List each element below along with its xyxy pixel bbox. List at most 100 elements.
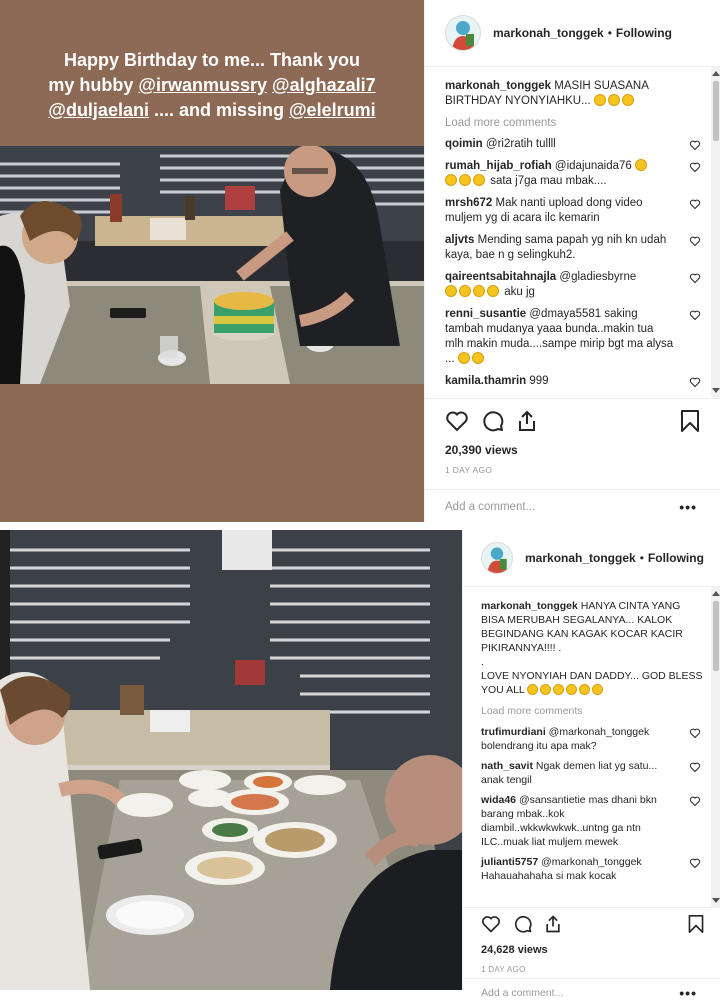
mention-duljaelani[interactable]: @duljaelani <box>48 100 149 120</box>
like-comment-heart-icon[interactable] <box>689 198 701 210</box>
more-options-icon[interactable]: ••• <box>679 499 697 515</box>
like-comment-heart-icon[interactable] <box>689 139 701 151</box>
post-header: markonah_tonggek • Following <box>425 0 720 67</box>
separator-dot: • <box>639 551 644 565</box>
comment-text: Mending sama papah yg nih kn udah kaya, … <box>445 234 667 261</box>
action-icon-row <box>445 409 701 435</box>
add-comment-input[interactable]: Add a comment... ••• <box>463 978 720 1007</box>
save-bookmark-icon[interactable] <box>679 409 701 433</box>
comment-text: @gladiesbyrne <box>559 271 637 283</box>
post-caption: markonah_tonggek HANYA CINTA YANG BISA M… <box>481 599 703 697</box>
like-comment-heart-icon[interactable] <box>689 161 701 173</box>
caption-text: . <box>481 656 484 668</box>
comment-item: rumah_hijab_rofiah @idajunaida76 sata j7… <box>445 159 703 189</box>
following-button[interactable]: Following <box>616 26 672 40</box>
view-count[interactable]: 24,628 views <box>481 944 548 956</box>
comment-username[interactable]: qaireentsabitahnajla <box>445 271 556 283</box>
comment-item: wida46 @sansantietie mas dhani bkn baran… <box>481 793 703 849</box>
comment-username[interactable]: wida46 <box>481 794 516 806</box>
post-timestamp[interactable]: 1 DAY AGO <box>445 465 492 475</box>
story-text-line: Happy Birthday to me... Thank you <box>63 50 361 70</box>
avatar-icon <box>452 21 474 50</box>
comment-username[interactable]: trufimurdiani <box>481 726 546 738</box>
comment-username[interactable]: kamila.thamrin <box>445 375 526 387</box>
comments-scrollbar[interactable] <box>711 67 720 397</box>
username-link[interactable]: markonah_tonggek <box>493 26 604 40</box>
mention-alghazali7[interactable]: @alghazali7 <box>272 75 376 95</box>
add-comment-input[interactable]: Add a comment... ••• <box>425 489 720 524</box>
story-caption-text: Happy Birthday to me... Thank you my hub… <box>24 48 400 123</box>
comment-text: aku jg <box>504 286 535 298</box>
comment-username[interactable]: renni_susantie <box>445 308 526 320</box>
scroll-down-icon[interactable] <box>712 388 720 393</box>
post-2-media[interactable] <box>0 530 462 990</box>
like-comment-heart-icon[interactable] <box>689 376 701 388</box>
comment-username[interactable]: nath_savit <box>481 760 533 772</box>
post-1-media[interactable]: Happy Birthday to me... Thank you my hub… <box>0 0 424 522</box>
comments-list[interactable]: markonah_tonggek MASIH SUASANA BIRTHDAY … <box>425 67 711 397</box>
post-1-sidebar: markonah_tonggek • Following markonah_to… <box>424 0 720 522</box>
share-icon[interactable] <box>515 409 539 433</box>
more-options-icon[interactable]: ••• <box>679 985 697 1001</box>
emoji-icon <box>445 285 501 298</box>
comment-username[interactable]: rumah_hijab_rofiah <box>445 160 552 172</box>
view-count[interactable]: 20,390 views <box>445 443 518 457</box>
comment-item: trufimurdiani @markonah_tonggek bolendra… <box>481 725 703 753</box>
caption-username[interactable]: markonah_tonggek <box>481 600 578 612</box>
caption-username[interactable]: markonah_tonggek <box>445 80 551 92</box>
emoji-icon <box>457 352 486 365</box>
post-actions: 24,628 views 1 DAY AGO Add a comment... … <box>463 907 720 1001</box>
mention-irwanmussry[interactable]: @irwanmussry <box>138 75 267 95</box>
scroll-down-icon[interactable] <box>712 898 720 903</box>
comments-scrollbar[interactable] <box>711 587 720 907</box>
username-link[interactable]: markonah_tonggek <box>525 551 636 565</box>
like-comment-heart-icon[interactable] <box>689 857 701 869</box>
comment-item: qoimin @ri2ratih tullll <box>445 137 703 152</box>
load-more-comments[interactable]: Load more comments <box>481 705 703 717</box>
post-1: Happy Birthday to me... Thank you my hub… <box>0 0 720 522</box>
comment-item: qaireentsabitahnajla @gladiesbyrne aku j… <box>445 270 703 300</box>
add-comment-placeholder: Add a comment... <box>445 501 536 513</box>
comment-item: kamila.thamrin 999 <box>445 374 703 389</box>
comment-username[interactable]: aljvts <box>445 234 474 246</box>
comment-item: mrsh672 Mak nanti upload dong video mulj… <box>445 196 703 226</box>
scroll-up-icon[interactable] <box>712 71 720 76</box>
load-more-comments[interactable]: Load more comments <box>445 117 703 129</box>
emoji-icon <box>635 159 649 172</box>
like-comment-heart-icon[interactable] <box>689 761 701 773</box>
comment-bubble-icon[interactable] <box>481 409 505 433</box>
comment-item: renni_susantie @dmaya5581 saking tambah … <box>445 307 703 367</box>
save-bookmark-icon[interactable] <box>687 914 705 934</box>
like-comment-heart-icon[interactable] <box>689 727 701 739</box>
scrollbar-thumb[interactable] <box>713 601 719 671</box>
like-comment-heart-icon[interactable] <box>689 309 701 321</box>
story-text-part: my hubby <box>48 75 139 95</box>
share-icon[interactable] <box>543 914 563 934</box>
scroll-up-icon[interactable] <box>712 591 720 596</box>
separator-dot: • <box>607 26 612 40</box>
following-button[interactable]: Following <box>648 551 704 565</box>
comment-username[interactable]: qoimin <box>445 138 483 150</box>
comment-text: sata j7ga mau mbak.... <box>490 175 607 187</box>
birthday-cake-photo <box>0 146 424 384</box>
post-timestamp[interactable]: 1 DAY AGO <box>481 965 526 974</box>
add-comment-placeholder: Add a comment... <box>481 987 564 999</box>
comment-bubble-icon[interactable] <box>513 914 533 934</box>
mention-elelrumi[interactable]: @elelrumi <box>289 100 376 120</box>
avatar[interactable] <box>481 542 513 574</box>
like-heart-icon[interactable] <box>481 914 501 934</box>
post-actions: 20,390 views 1 DAY AGO Add a comment... … <box>425 398 720 523</box>
avatar[interactable] <box>445 15 481 51</box>
post-caption: markonah_tonggek MASIH SUASANA BIRTHDAY … <box>445 79 703 109</box>
comment-username[interactable]: julianti5757 <box>481 856 538 868</box>
scrollbar-thumb[interactable] <box>713 81 719 141</box>
family-dinner-photo <box>0 530 462 990</box>
like-heart-icon[interactable] <box>445 409 469 433</box>
like-comment-heart-icon[interactable] <box>689 235 701 247</box>
action-icon-row <box>481 914 705 940</box>
comments-list[interactable]: markonah_tonggek HANYA CINTA YANG BISA M… <box>463 587 711 907</box>
clap-emoji-icon <box>593 94 636 107</box>
like-comment-heart-icon[interactable] <box>689 272 701 284</box>
like-comment-heart-icon[interactable] <box>689 795 701 807</box>
comment-username[interactable]: mrsh672 <box>445 197 492 209</box>
